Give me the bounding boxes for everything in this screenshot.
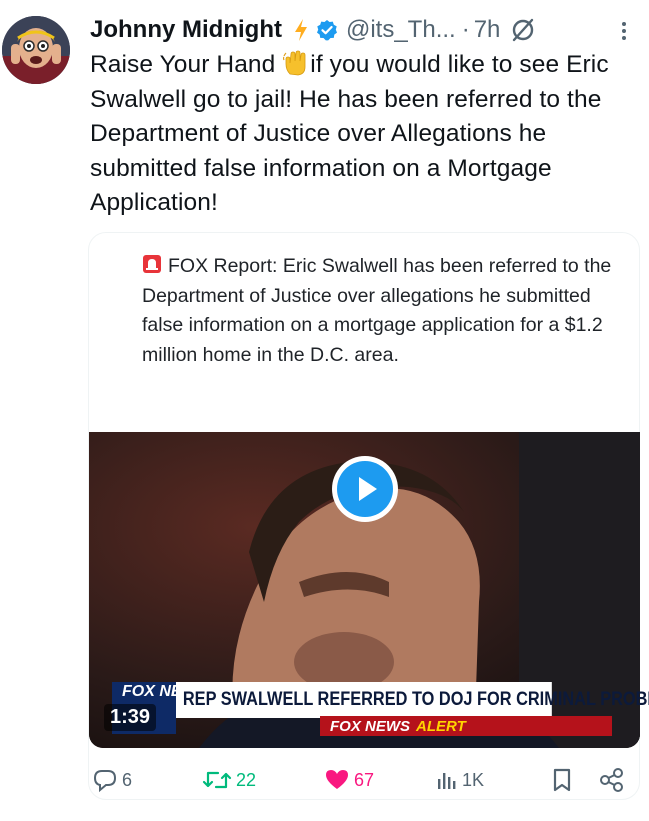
news-alert-banner: FOX NEWS ALERT	[320, 716, 612, 736]
verified-badge-icon	[316, 20, 337, 41]
reply-icon	[93, 770, 117, 793]
more-options-icon[interactable]	[613, 18, 635, 44]
reply-count: 6	[122, 769, 133, 790]
alert-word: ALERT	[416, 717, 466, 735]
share-button[interactable]	[598, 762, 626, 798]
like-button[interactable]: 67	[324, 762, 374, 798]
bookmark-icon	[553, 768, 571, 792]
tweet-header: Johnny Midnight @its_Th... · 7h	[90, 12, 635, 48]
avatar[interactable]	[2, 16, 70, 84]
quoted-text-body: FOX Report: Eric Swalwell has been refer…	[142, 255, 612, 366]
separator: ·	[461, 16, 470, 43]
news-chyron: REP SWALWELL REFERRED TO DOJ FOR CRIMINA…	[176, 682, 649, 718]
avatar-image	[2, 16, 70, 84]
bookmark-button[interactable]	[550, 762, 574, 798]
play-button-circle	[337, 461, 393, 517]
action-bar: 6 22 67 1K	[90, 762, 640, 798]
reply-button[interactable]: 6	[92, 762, 132, 798]
author-handle[interactable]: @its_Th...	[346, 16, 456, 44]
chyron-headline: REP SWALWELL REFERRED TO DOJ FOR CRIMINA…	[182, 689, 649, 710]
tweet-text: Raise Your Hand if you would like to see…	[90, 48, 642, 221]
quoted-post-text: FOX Report: Eric Swalwell has been refer…	[142, 252, 612, 370]
like-count: 67	[354, 769, 375, 790]
repost-count: 22	[236, 769, 257, 790]
play-icon	[359, 477, 377, 501]
video-duration: 1:39	[104, 704, 157, 731]
repost-icon	[202, 771, 232, 789]
rotating-light-emoji-icon	[143, 255, 161, 273]
raised-hand-emoji-icon	[283, 50, 306, 76]
grok-icon[interactable]	[510, 17, 536, 43]
views-button[interactable]: 1K	[436, 762, 484, 798]
view-count: 1K	[462, 769, 485, 790]
tweet-text-part-1: Raise Your Hand	[90, 51, 283, 78]
share-icon	[600, 768, 623, 792]
timestamp[interactable]: 7h	[474, 16, 501, 44]
lightning-bolt-icon	[294, 19, 307, 41]
analytics-bars-icon	[438, 773, 456, 789]
repost-button[interactable]: 22	[202, 762, 256, 798]
play-button[interactable]	[332, 456, 398, 522]
author-name[interactable]: Johnny Midnight	[90, 16, 282, 44]
alert-prefix: FOX NEWS	[330, 717, 411, 735]
heart-icon	[326, 770, 348, 789]
